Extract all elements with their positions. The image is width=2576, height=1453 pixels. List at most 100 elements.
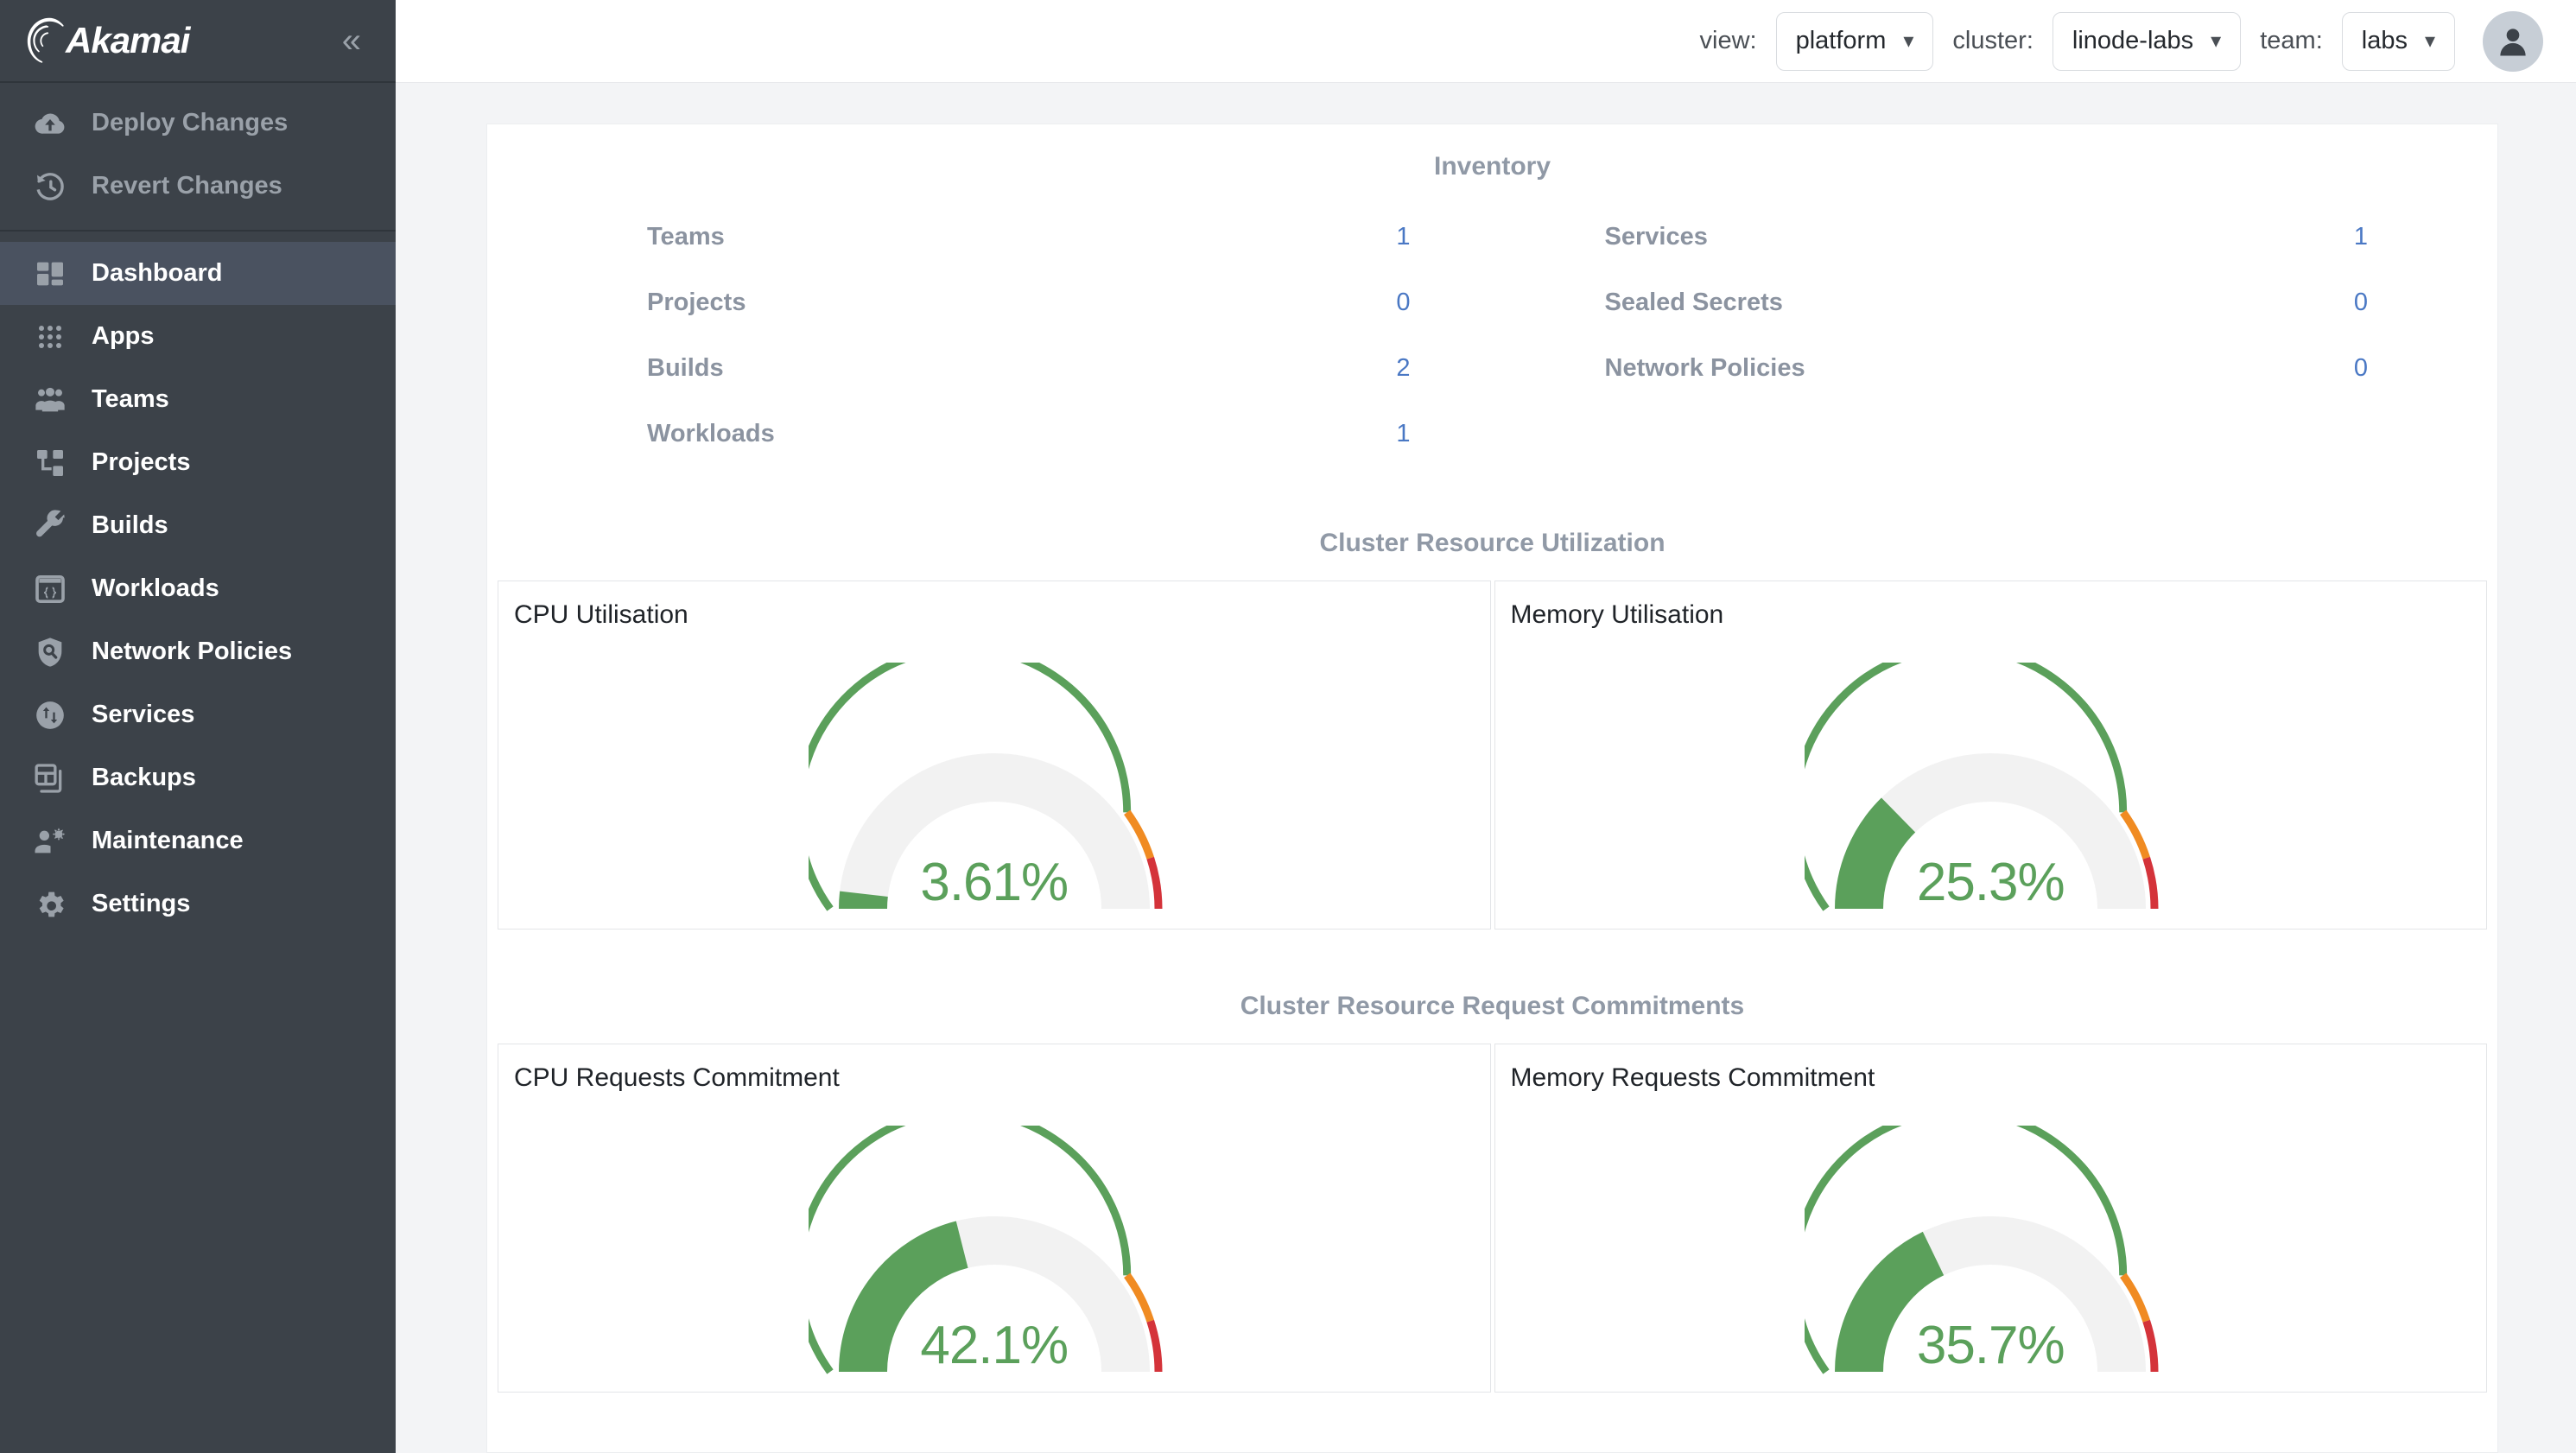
inventory-value[interactable]: 2 [1396,354,1410,383]
sidebar-item-label: Workloads [92,574,219,602]
apps-dots-icon [31,318,69,356]
sidebar-collapse-button[interactable]: « [333,20,370,61]
inventory-grid: Teams 1 Projects 0 Builds 2 Workloads 1 … [487,204,2497,466]
gauge-cpu-utilisation: 3.61% [808,663,1180,922]
sidebar-item-projects[interactable]: Projects [0,431,396,494]
gauge-memory-utilisation: 25.3% [1805,663,2176,922]
sidebar-item-dashboard[interactable]: Dashboard [0,242,396,305]
sidebar-brand: Akamai « [0,0,396,83]
history-revert-icon [31,168,69,206]
sidebar-item-apps[interactable]: Apps [0,305,396,368]
workloads-window-icon [31,570,69,608]
app-root: Akamai « Deploy Changes Revert Changes D… [0,0,2576,1453]
sidebar: Akamai « Deploy Changes Revert Changes D… [0,0,396,1453]
sidebar-item-settings[interactable]: Settings [0,872,396,936]
inventory-row-workloads: Workloads 1 [530,401,1488,466]
utilization-heading: Cluster Resource Utilization [1319,529,1666,557]
gauge-value: 35.7% [1916,1316,2065,1375]
sidebar-item-label: Maintenance [92,827,244,854]
gauge-wrap: 35.7% [1495,1096,2487,1385]
sidebar-item-maintenance[interactable]: Maintenance [0,809,396,872]
user-avatar-icon [2500,28,2526,55]
cluster-select-value: linode-labs [2072,27,2194,54]
gauge-title: CPU Utilisation [514,600,688,629]
inventory-label: Teams [647,222,725,251]
inventory-value[interactable]: 0 [1396,289,1410,317]
sidebar-actions-group: Deploy Changes Revert Changes [0,83,396,232]
brand-name: Akamai [66,20,190,60]
sidebar-item-backups[interactable]: Backups [0,746,396,809]
sidebar-item-label: Builds [92,511,168,539]
team-select[interactable]: labs ▾ [2341,11,2455,71]
akamai-logo[interactable]: Akamai [26,16,190,66]
view-select-value: platform [1795,27,1887,54]
sidebar-item-deploy-changes[interactable]: Deploy Changes [0,92,396,155]
sidebar-item-label: Deploy Changes [92,109,289,136]
team-label: team: [2260,27,2323,54]
cluster-select[interactable]: linode-labs ▾ [2052,11,2242,71]
utilization-gauge-row: CPU Utilisation 3.61% Memory Utilisation… [487,581,2497,930]
gauge-value: 42.1% [920,1316,1069,1375]
sidebar-item-label: Backups [92,764,196,791]
gauge-wrap: 25.3% [1495,633,2487,922]
chevron-down-icon: ▾ [2211,29,2222,53]
inventory-value[interactable]: 1 [2354,223,2368,251]
avatar[interactable] [2483,10,2543,72]
gauge-cpu-requests-commitment: 42.1% [808,1126,1180,1385]
gauge-value: 25.3% [1916,853,2065,912]
sidebar-item-revert-changes[interactable]: Revert Changes [0,155,396,218]
gauge-wrap: 42.1% [498,1096,1490,1385]
chevron-down-icon: ▾ [2424,29,2435,53]
inventory-label: Sealed Secrets [1604,288,1783,316]
inventory-row-network-policies: Network Policies 0 [1488,335,2446,401]
sidebar-item-label: Revert Changes [92,172,282,200]
gauge-panel-memory-requests-commitment: Memory Requests Commitment 35.7% [1494,1044,2487,1393]
inventory-label: Builds [647,353,724,382]
gauge-panel-cpu-requests-commitment: CPU Requests Commitment 42.1% [498,1044,1491,1393]
inventory-heading: Inventory [1433,152,1551,181]
gauge-title: Memory Utilisation [1510,600,1724,629]
sidebar-item-label: Projects [92,448,191,476]
teams-people-icon [31,381,69,419]
services-arrows-icon [31,696,69,734]
inventory-value[interactable]: 0 [2354,289,2368,317]
inventory-value[interactable]: 0 [2354,354,2368,383]
sidebar-item-label: Settings [92,890,191,917]
shield-search-icon [31,633,69,671]
inventory-value[interactable]: 1 [1396,223,1410,251]
cloud-upload-icon [31,105,69,143]
view-select[interactable]: platform ▾ [1775,11,1934,71]
view-label: view: [1699,27,1757,54]
inventory-row-projects: Projects 0 [530,270,1488,335]
gauge-value: 3.61% [920,853,1069,912]
commitments-gauge-row: CPU Requests Commitment 42.1% Memory Req… [487,1044,2497,1393]
inventory-row-sealed-secrets: Sealed Secrets 0 [1488,270,2446,335]
sidebar-nav: Dashboard Apps Teams Projects Builds Wor… [0,232,396,936]
sidebar-item-label: Apps [92,322,155,350]
inventory-label: Workloads [647,419,775,447]
gauge-title: CPU Requests Commitment [514,1063,840,1092]
gauge-memory-requests-commitment: 35.7% [1805,1126,2176,1385]
sidebar-item-teams[interactable]: Teams [0,368,396,431]
gauge-panel-memory-utilisation: Memory Utilisation 25.3% [1494,581,2487,930]
gear-icon [31,885,69,923]
backups-layout-icon [31,759,69,797]
top-bar: view: platform ▾ cluster: linode-labs ▾ … [396,0,2576,83]
sidebar-item-label: Services [92,701,195,728]
inventory-row-teams: Teams 1 [530,204,1488,270]
sidebar-item-builds[interactable]: Builds [0,494,396,557]
sidebar-item-network-policies[interactable]: Network Policies [0,620,396,683]
inventory-label: Network Policies [1604,353,1805,382]
sidebar-item-label: Dashboard [92,259,223,287]
chevron-down-icon: ▾ [1903,29,1914,53]
sidebar-item-label: Teams [92,385,169,413]
sidebar-item-workloads[interactable]: Workloads [0,557,396,620]
inventory-row-builds: Builds 2 [530,335,1488,401]
dashboard-card: Inventory Teams 1 Projects 0 Builds 2 Wo… [486,124,2498,1453]
inventory-label: Projects [647,288,746,316]
sidebar-item-services[interactable]: Services [0,683,396,746]
inventory-value[interactable]: 1 [1396,420,1410,448]
inventory-column-right: Services 1 Sealed Secrets 0 Network Poli… [1488,204,2446,466]
